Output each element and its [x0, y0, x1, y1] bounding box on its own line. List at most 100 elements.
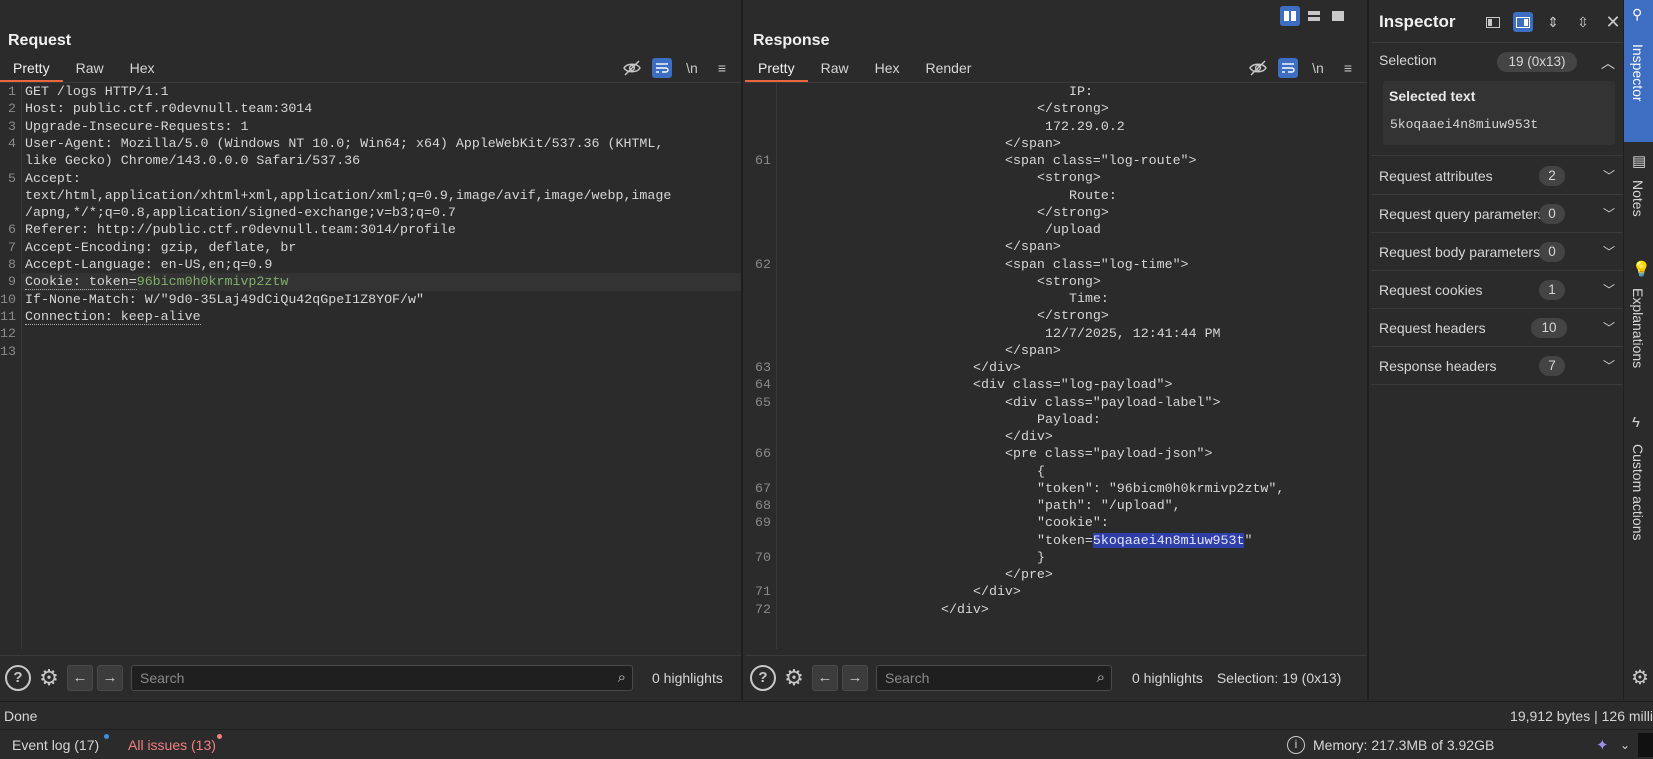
chevron-up-icon[interactable]: ︿	[1601, 53, 1615, 73]
line-content: Referer: http://public.ctf.r0devnull.tea…	[25, 222, 456, 238]
chevron-down-icon[interactable]: ﹀	[1603, 243, 1615, 260]
line-text: </div>	[973, 583, 1021, 601]
line-text: </strong>	[1037, 100, 1109, 118]
selected-text-value[interactable]: 5koqaaei4n8miuw953t	[1390, 117, 1538, 132]
line-number: 6	[8, 222, 16, 238]
line-number: 1	[8, 84, 16, 99]
help-icon[interactable]: ?	[5, 664, 31, 691]
line-content: <div class="log-payload">	[973, 377, 1173, 393]
all-issues-link[interactable]: All issues (13)	[128, 737, 216, 753]
selection-badge: 19 (0x13)	[1497, 52, 1577, 72]
tab-raw[interactable]: Raw	[808, 58, 862, 82]
side-tab-custom-actions[interactable]: ϟ Custom actions	[1624, 410, 1653, 580]
search-input[interactable]	[132, 665, 632, 690]
response-search: ⌕	[876, 664, 1112, 691]
inspector-section[interactable]: Request cookies 1 ﹀	[1371, 271, 1623, 309]
side-tab-explanations[interactable]: 💡 Explanations	[1624, 256, 1653, 396]
arrow-right-icon[interactable]: →	[97, 664, 123, 691]
arrow-left-icon[interactable]: ←	[812, 664, 838, 691]
arrow-left-icon[interactable]: ←	[67, 664, 93, 691]
expand-all-icon[interactable]: ⇕	[1543, 12, 1563, 32]
arrow-right-icon[interactable]: →	[842, 664, 868, 691]
inspector-section-label: Request headers	[1379, 319, 1486, 336]
side-tab-inspector[interactable]: ⚲ Inspector	[1624, 0, 1653, 142]
microphone-icon[interactable]	[1638, 732, 1653, 757]
tab-hex[interactable]: Hex	[862, 58, 913, 82]
chevron-down-icon[interactable]: ﹀	[1603, 167, 1615, 184]
line-content: Accept-Language: en-US,en;q=0.9	[25, 257, 273, 272]
tab-pretty[interactable]: Pretty	[0, 58, 63, 82]
newline-icon[interactable]: \n	[1308, 58, 1328, 78]
hide-nonprintable-icon[interactable]	[622, 58, 642, 78]
tab-render[interactable]: Render	[913, 58, 985, 82]
layout-toggle-group	[1280, 6, 1348, 26]
line-text: text/html,application/xhtml+xml,applicat…	[25, 187, 671, 205]
layout-left-icon[interactable]	[1483, 12, 1503, 32]
code-line: 12/7/2025, 12:41:44 PM	[745, 325, 1367, 343]
line-content: If-None-Match: W/"9d0-35Laj49dCiQu42qGpe…	[25, 291, 424, 307]
gear-icon[interactable]: ⚙	[35, 665, 63, 691]
menu-icon[interactable]: ≡	[1338, 58, 1358, 78]
cookie-token-value: 96bicm0h0krmivp2ztw	[136, 274, 289, 290]
request-editor[interactable]: 1 GET /logs HTTP/1.1 2 Host: public.ctf.r0d…	[0, 83, 741, 649]
chevron-down-icon[interactable]: ﹀	[1603, 357, 1615, 374]
help-icon[interactable]: ?	[750, 664, 776, 691]
layout-tabs-icon[interactable]	[1328, 6, 1348, 26]
line-number: 61	[755, 153, 771, 168]
response-editor[interactable]: IP: </strong> 172.29.0.2 </span> 61 <span cl…	[745, 83, 1367, 649]
line-text: If-None-Match: W/"9d0-35Laj49dCiQu42qGpe…	[25, 291, 424, 309]
request-title: Request	[8, 32, 72, 49]
line-content: </strong>	[1037, 101, 1109, 117]
search-icon[interactable]: ⌕	[618, 669, 626, 686]
count-badge: 2	[1539, 166, 1565, 186]
tab-pretty[interactable]: Pretty	[745, 58, 808, 82]
line-content: </span>	[1005, 135, 1061, 151]
layout-rows-icon[interactable]	[1304, 6, 1324, 26]
line-text: <strong>	[1037, 273, 1101, 291]
line-text: </div>	[973, 359, 1021, 377]
gear-icon[interactable]: ⚙	[780, 665, 808, 691]
hide-nonprintable-icon[interactable]	[1248, 58, 1268, 78]
line-text: Referer: http://public.ctf.r0devnull.tea…	[25, 221, 456, 239]
status-done: Done	[4, 707, 38, 724]
code-line: </div>	[745, 428, 1367, 446]
gear-icon[interactable]: ⚙	[1626, 665, 1653, 690]
newline-icon[interactable]: \n	[682, 58, 702, 78]
chevron-down-icon[interactable]: ﹀	[1603, 281, 1615, 298]
word-wrap-icon[interactable]	[1278, 58, 1298, 78]
side-tab-notes[interactable]: ▤ Notes	[1624, 148, 1653, 238]
chevron-down-icon[interactable]: ﹀	[1603, 205, 1615, 222]
search-icon[interactable]: ⌕	[1097, 669, 1105, 686]
inspector-section[interactable]: Request headers 10 ﹀	[1371, 309, 1623, 347]
line-content: IP:	[1069, 84, 1093, 99]
code-line: 11 Connection: keep-alive	[0, 308, 741, 326]
collapse-all-icon[interactable]: ⇳	[1573, 12, 1593, 32]
info-icon[interactable]: i	[1287, 735, 1305, 754]
chevron-down-icon[interactable]: ﹀	[1603, 319, 1615, 336]
inspector-section[interactable]: Request body parameters 0 ﹀	[1371, 233, 1623, 271]
request-pane: Request Pretty Raw Hex \n ≡ 1 GET /logs H…	[0, 0, 743, 700]
inspector-section[interactable]: Request query parameters 0 ﹀	[1371, 195, 1623, 233]
word-wrap-icon[interactable]	[652, 58, 672, 78]
sparkle-icon[interactable]: ✦	[1596, 736, 1609, 754]
inspector-section-label: Request query parameters	[1379, 205, 1545, 222]
event-log-link[interactable]: Event log (17)	[12, 737, 99, 753]
inspector-section[interactable]: Request attributes 2 ﹀	[1371, 157, 1623, 195]
line-content: Time:	[1069, 291, 1109, 306]
tab-hex[interactable]: Hex	[117, 58, 168, 82]
close-icon[interactable]: ✕	[1603, 12, 1623, 32]
selected-cookie-value[interactable]: 5koqaaei4n8miuw953t	[1092, 532, 1245, 548]
menu-icon[interactable]: ≡	[712, 58, 732, 78]
line-text: Host: public.ctf.r0devnull.team:3014	[25, 100, 312, 118]
line-number: 9	[8, 274, 16, 290]
selected-text-label: Selected text	[1389, 88, 1476, 104]
line-gutter	[0, 83, 22, 649]
tab-raw[interactable]: Raw	[63, 58, 117, 82]
layout-right-icon[interactable]	[1513, 12, 1533, 32]
layout-columns-icon[interactable]	[1280, 6, 1300, 26]
request-search-bar: ? ⚙ ← → ⌕ 0 highlights	[0, 655, 741, 699]
inspector-section[interactable]: Response headers 7 ﹀	[1371, 347, 1623, 385]
chevron-down-icon[interactable]: ⌄	[1620, 738, 1630, 752]
search-input[interactable]	[877, 665, 1111, 690]
code-line: 5 Accept:	[8, 170, 741, 188]
